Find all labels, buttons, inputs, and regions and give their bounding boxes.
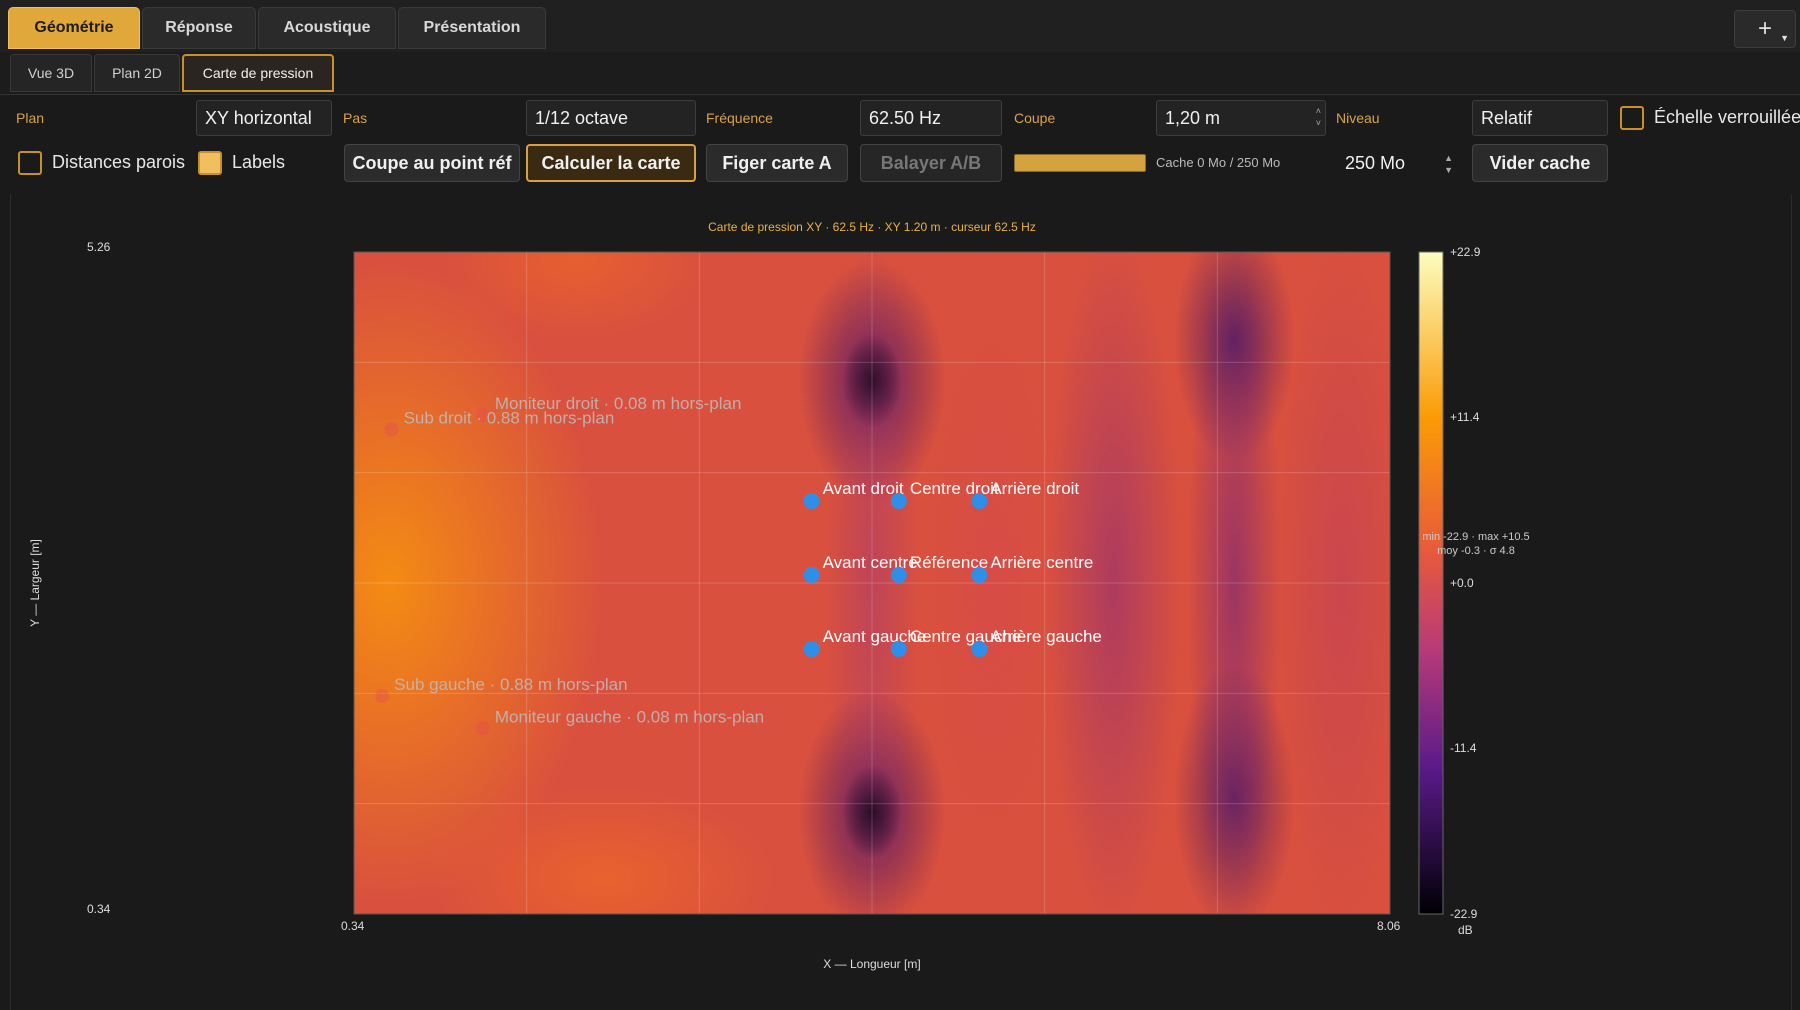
colorbar-tick-max: +22.9 <box>1450 245 1481 259</box>
colorbar-tick-low: -11.4 <box>1450 741 1477 755</box>
heatmap-blob <box>429 784 779 914</box>
listener-marker[interactable] <box>803 566 820 583</box>
source-label: Sub droit · 0.88 m hors-plan <box>404 409 615 428</box>
y-axis-label: Y — Largeur [m] <box>28 539 42 627</box>
colorbar-unit: dB <box>1458 923 1473 937</box>
source-label: Moniteur gauche · 0.08 m hors-plan <box>495 707 764 726</box>
source-marker[interactable] <box>475 721 490 736</box>
x-axis-label: X — Longueur [m] <box>823 957 921 971</box>
source-marker[interactable] <box>375 689 390 704</box>
source-label: Sub gauche · 0.88 m hors-plan <box>394 675 627 694</box>
y-tick-min: 0.34 <box>87 902 111 916</box>
listener-label: Centre droit <box>910 479 999 498</box>
pressure-map-chart[interactable]: Moniteur droit · 0.08 m hors-planSub dro… <box>0 0 1800 1010</box>
colorbar-tick-zero: +0.0 <box>1450 576 1474 590</box>
listener-marker[interactable] <box>890 566 907 583</box>
x-tick-min: 0.34 <box>341 919 365 933</box>
listener-label: Avant droit <box>823 479 904 498</box>
colorbar-stats-line1: min -22.9 · max +10.5 <box>1422 531 1530 543</box>
listener-marker[interactable] <box>803 640 820 657</box>
listener-marker[interactable] <box>890 640 907 657</box>
colorbar-tick-min: -22.9 <box>1450 907 1478 921</box>
listener-marker[interactable] <box>803 492 820 509</box>
x-tick-max: 8.06 <box>1377 919 1401 933</box>
listener-marker[interactable] <box>971 566 988 583</box>
listener-label: Arrière droit <box>990 479 1079 498</box>
listener-label: Arrière centre <box>990 553 1093 572</box>
listener-label: Arrière gauche <box>990 627 1102 646</box>
heatmap-blob <box>442 252 711 341</box>
source-marker[interactable] <box>384 422 399 437</box>
colorbar-stats-line2: moy -0.3 · σ 4.8 <box>1437 545 1515 557</box>
colorbar-tick-high: +11.4 <box>1450 410 1480 424</box>
heatmap-field <box>354 252 1390 914</box>
listener-marker[interactable] <box>971 492 988 509</box>
listener-marker[interactable] <box>971 640 988 657</box>
listener-marker[interactable] <box>890 492 907 509</box>
y-tick-max: 5.26 <box>87 240 111 254</box>
colorbar <box>1418 251 1444 915</box>
